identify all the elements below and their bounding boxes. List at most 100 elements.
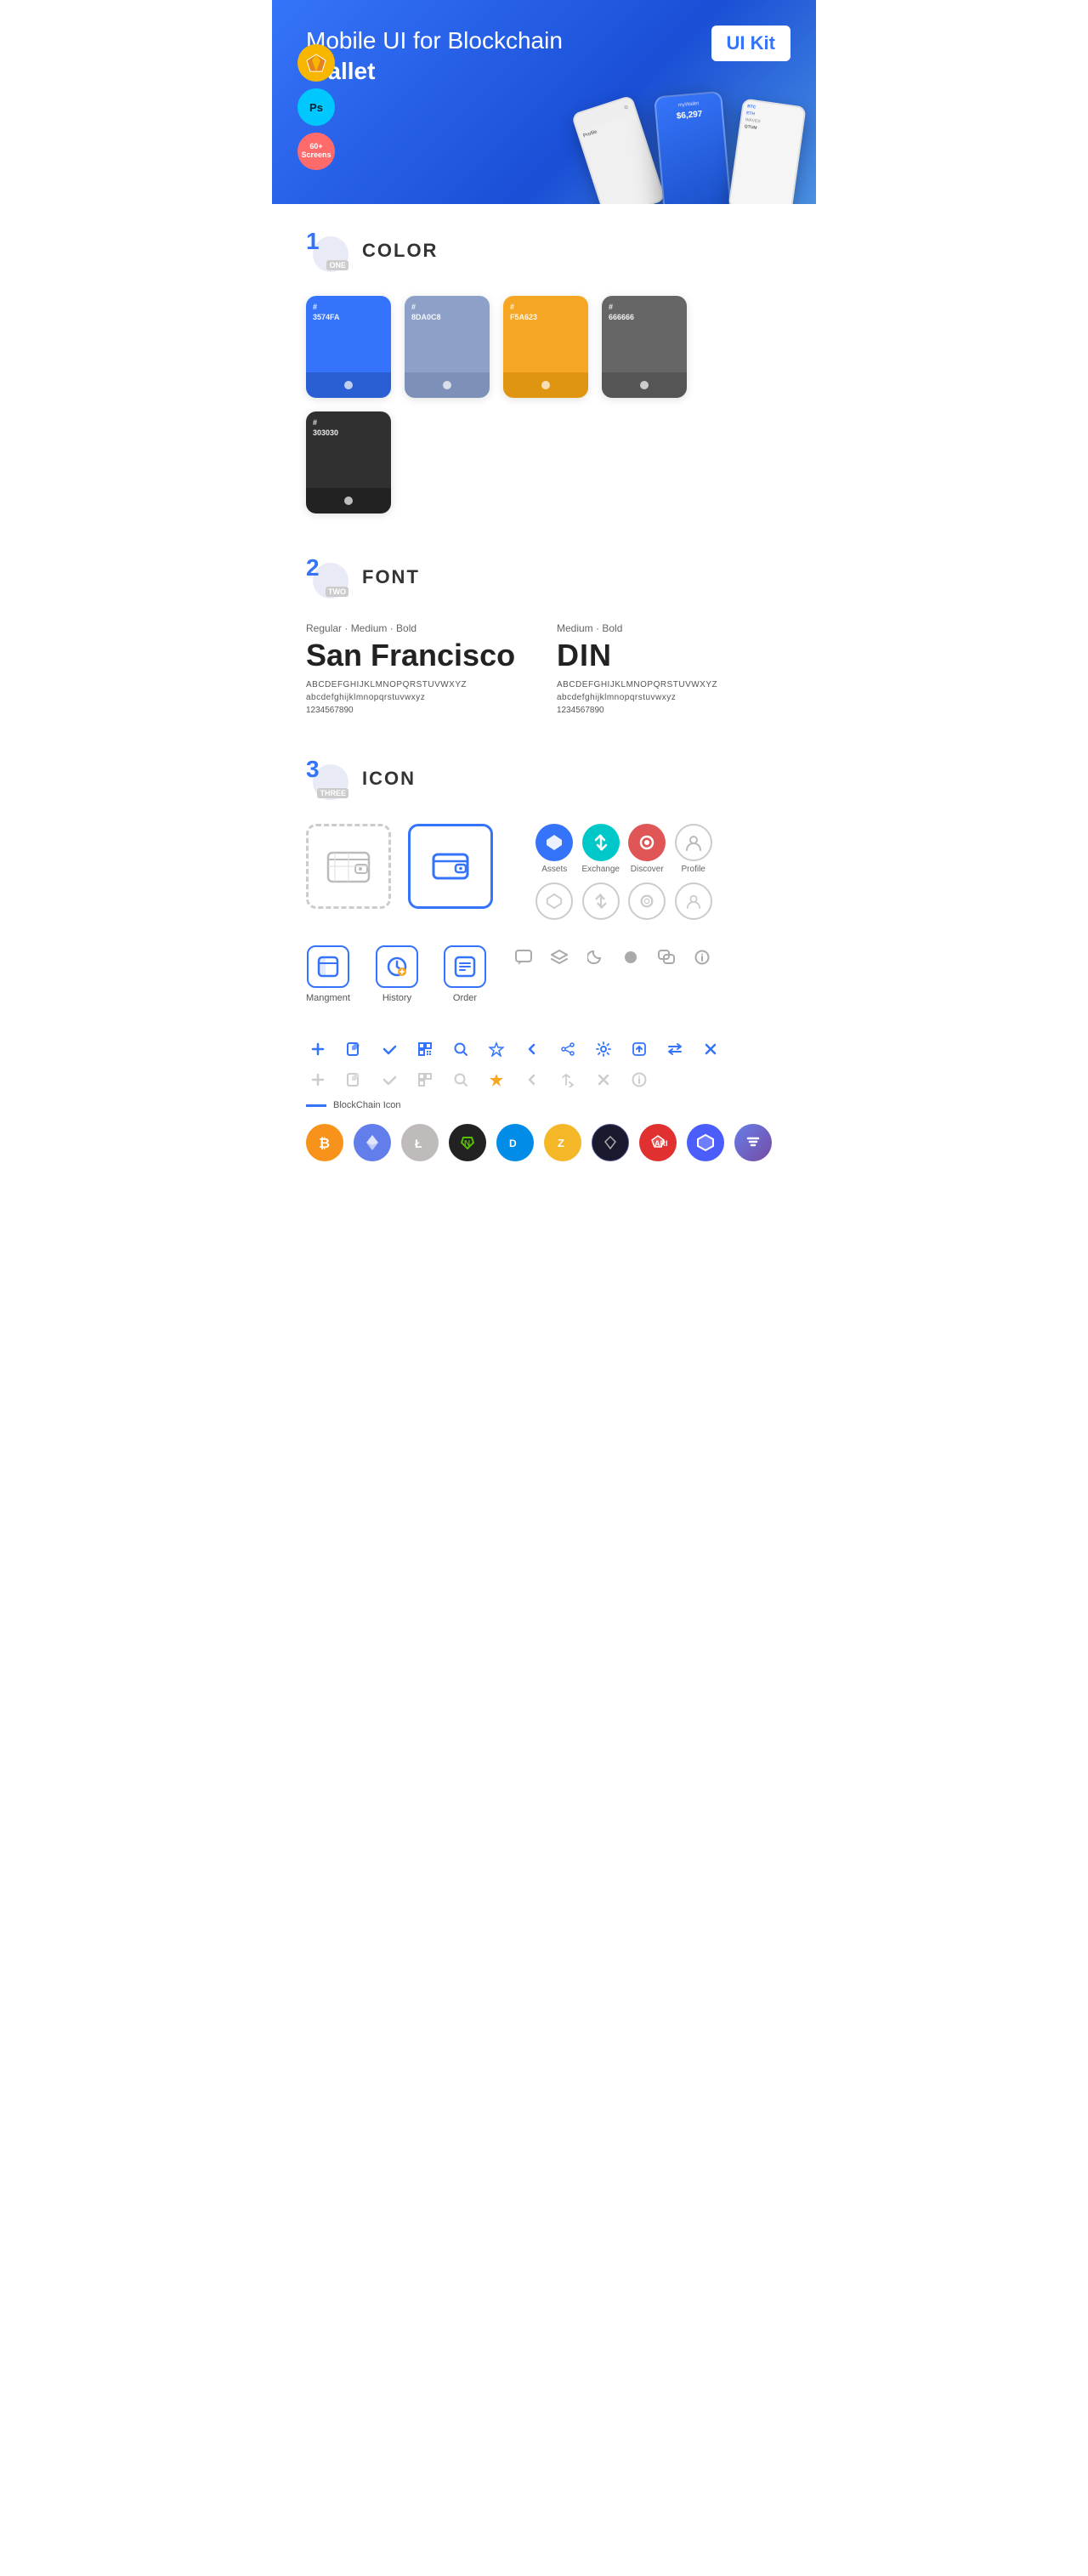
svg-text:D: D (509, 1138, 517, 1149)
plus-gray-icon (310, 1072, 326, 1087)
color-swatch-1-bottom (306, 372, 391, 398)
circle-icon (623, 950, 638, 965)
wallet-icon-outline-box (306, 824, 391, 909)
zcash-icon: Z (553, 1133, 572, 1152)
font-section: 2 TWO FONT Regular · Medium · Bold San F… (306, 556, 782, 715)
extra-icons-group (512, 945, 714, 978)
star-icon (489, 1041, 504, 1057)
wallet-outline-svg (323, 841, 374, 892)
svg-text:Ł: Ł (415, 1137, 422, 1150)
settings-icon (596, 1041, 611, 1057)
star-filled-icon (489, 1072, 504, 1087)
icon-layers (547, 945, 571, 969)
color-swatch-5-bottom (306, 488, 391, 513)
blockchain-line (306, 1104, 326, 1107)
swap-icon (667, 1041, 683, 1057)
color-swatch-4-bottom (602, 372, 687, 398)
nav-icons-row1: Assets Exchange (536, 824, 712, 874)
history-icon-item: History (376, 945, 418, 1003)
history-label: History (382, 993, 411, 1003)
assets-icon-outline-svg (546, 893, 563, 910)
font-din-nums: 1234567890 (557, 706, 782, 715)
crypto-coins-row: ₿ Ł N D (306, 1124, 782, 1161)
icon-search (449, 1037, 473, 1061)
font-sf-name: San Francisco (306, 638, 531, 673)
blockchain-text: BlockChain Icon (333, 1100, 401, 1110)
close-icon (703, 1041, 718, 1057)
info-icon (694, 950, 710, 965)
coin-zcash: Z (544, 1124, 581, 1161)
profile-icon-circle (675, 824, 712, 861)
color-title: COLOR (362, 240, 438, 262)
upload-icon (632, 1041, 647, 1057)
exchange-label: Exchange (581, 865, 619, 874)
icon-title: ICON (362, 768, 416, 790)
color-swatch-2-bottom (405, 372, 490, 398)
order-icon-box (444, 945, 486, 988)
management-icon (317, 956, 339, 978)
font-sf-nums: 1234567890 (306, 706, 531, 715)
ps-badge: Ps (298, 88, 335, 126)
coin-neo: N (449, 1124, 486, 1161)
color-swatch-2: #8DA0C8 (405, 296, 490, 398)
chat2-icon (658, 950, 675, 965)
font-sf-style: Regular · Medium · Bold (306, 622, 531, 634)
phone-3: BTC ETH WAVES QTUM (728, 98, 806, 204)
color-section: 1 ONE COLOR #3574FA #8DA0C8 #F5A623 (306, 230, 782, 513)
profile-icon-outline-svg (685, 893, 702, 910)
color-swatch-5: #303030 (306, 411, 391, 513)
icon-x-gray (592, 1068, 615, 1092)
font-din-lower: abcdefghijklmnopqrstuvwxyz (557, 693, 782, 702)
btc-icon: ₿ (315, 1133, 334, 1152)
icon-swap (663, 1037, 687, 1061)
neo-icon: N (458, 1133, 477, 1152)
nav-profile-outline (674, 882, 711, 920)
font-sf-lower: abcdefghijklmnopqrstuvwxyz (306, 693, 531, 702)
main-content: 1 ONE COLOR #3574FA #8DA0C8 #F5A623 (272, 204, 816, 1229)
svg-text:₿: ₿ (319, 1136, 330, 1151)
check-gray-icon (382, 1072, 397, 1087)
font-grid: Regular · Medium · Bold San Francisco AB… (306, 622, 782, 715)
color-swatch-1-top: #3574FA (306, 296, 391, 372)
info-circle-gray-icon (632, 1072, 647, 1087)
blockchain-label: BlockChain Icon (306, 1100, 782, 1110)
color-swatch-3-bottom (503, 372, 588, 398)
hero-title: Mobile UI for Blockchain Wallet (306, 26, 578, 88)
exchange-icon-outline-svg (592, 893, 609, 910)
phone-2: myWallet $6,297 (654, 91, 732, 204)
font-sf-upper: ABCDEFGHIJKLMNOPQRSTUVWXYZ (306, 680, 531, 689)
qr-gray-icon (417, 1072, 433, 1087)
icon-settings (592, 1037, 615, 1061)
font-title: FONT (362, 566, 420, 588)
moon-icon (587, 950, 603, 965)
icon-info (690, 945, 714, 969)
ltc-icon: Ł (411, 1133, 429, 1152)
assets-label: Assets (541, 865, 567, 874)
icon-plus (306, 1037, 330, 1061)
color-swatch-3: #F5A623 (503, 296, 588, 398)
search-icon (453, 1041, 468, 1057)
utility-row-1 (306, 1037, 782, 1061)
color-swatch-4: #666666 (602, 296, 687, 398)
icon-main-row: Assets Exchange (306, 824, 782, 920)
plus-icon (310, 1041, 326, 1057)
icon-qr (413, 1037, 437, 1061)
svg-text:Z: Z (558, 1137, 564, 1149)
stratis-icon (744, 1133, 762, 1152)
icon-section: 3 THREE ICON (306, 757, 782, 1161)
icon-chat (512, 945, 536, 969)
eth-icon (363, 1133, 382, 1152)
icon-close (699, 1037, 722, 1061)
extra-icons-row1 (512, 945, 714, 969)
discover-icon-outline (628, 882, 666, 920)
nav-discover: Discover (628, 824, 666, 874)
coin-ethereum (354, 1124, 391, 1161)
iota-icon (601, 1133, 620, 1152)
icon-share (556, 1037, 580, 1061)
share-icon (560, 1041, 575, 1057)
exchange-icon-circle (582, 824, 620, 861)
svg-text:ARK: ARK (654, 1139, 667, 1148)
profile-icon-outline (675, 882, 712, 920)
nav-icons-group: Assets Exchange (527, 824, 712, 920)
nav-discover-outline (628, 882, 666, 920)
